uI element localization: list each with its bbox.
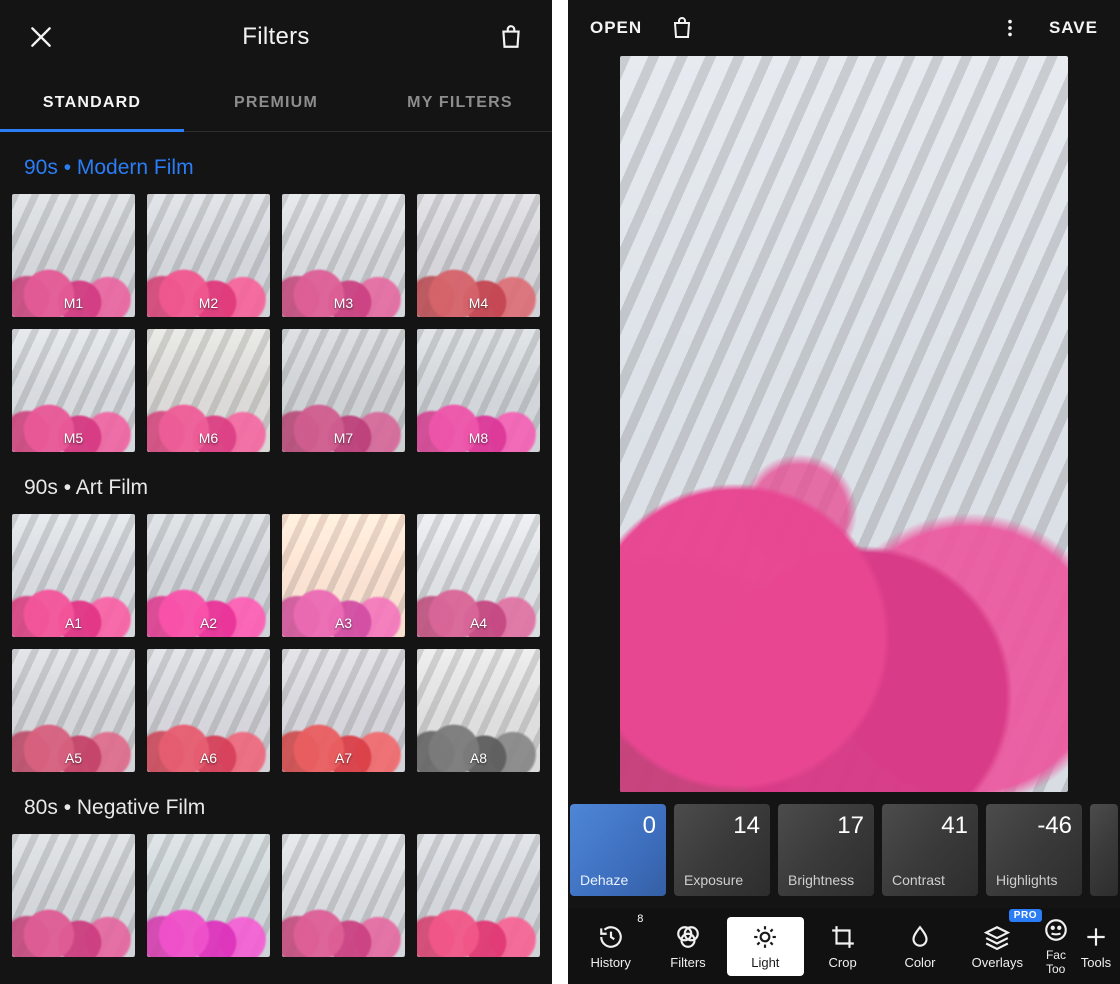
editor-header: OPEN SAVE (568, 0, 1120, 56)
editor-panel: OPEN SAVE 0 Dehaze 14 Exposure (568, 0, 1120, 984)
color-icon (907, 923, 933, 951)
filters-title: Filters (242, 23, 309, 51)
tool-overlays[interactable]: PRO Overlays (959, 917, 1036, 976)
adjust-exposure[interactable]: 14 Exposure (674, 804, 770, 896)
face-icon (1043, 916, 1069, 944)
grid-modern-film: M1 M2 M3 M4 M5 M6 M7 M8 (12, 194, 540, 452)
tool-crop[interactable]: Crop (804, 917, 881, 976)
crop-icon (830, 923, 856, 951)
tool-tools[interactable]: Tools (1076, 917, 1116, 976)
filter-thumb[interactable]: M1 (12, 194, 135, 317)
close-icon[interactable] (28, 24, 54, 50)
tab-myfilters[interactable]: MY FILTERS (368, 74, 552, 131)
filter-thumb[interactable]: M8 (417, 329, 540, 452)
save-button[interactable]: SAVE (1049, 18, 1098, 38)
history-count-badge: 8 (637, 913, 643, 925)
filters-header: Filters (0, 0, 552, 74)
tool-filters[interactable]: Filters (649, 917, 726, 976)
section-title-art-film[interactable]: 90s • Art Film (24, 476, 540, 500)
filter-thumb[interactable]: M4 (417, 194, 540, 317)
image-preview[interactable] (620, 56, 1068, 792)
preview-image (620, 56, 1068, 792)
filter-thumb[interactable]: M3 (282, 194, 405, 317)
filter-thumb[interactable]: M5 (12, 329, 135, 452)
filter-thumb[interactable]: A5 (12, 649, 135, 772)
filter-thumb[interactable] (417, 834, 540, 957)
filter-thumb[interactable] (12, 834, 135, 957)
section-title-negative-film[interactable]: 80s • Negative Film (24, 796, 540, 820)
filter-thumb[interactable]: A2 (147, 514, 270, 637)
history-icon (598, 923, 624, 951)
adjust-next-partial[interactable] (1090, 804, 1118, 896)
filter-thumb[interactable]: M6 (147, 329, 270, 452)
shopping-bag-icon[interactable] (498, 24, 524, 50)
bottom-toolbar: 8 History Filters (568, 908, 1120, 984)
pane-gap (552, 0, 568, 984)
shopping-bag-icon[interactable] (670, 16, 694, 40)
filter-thumb[interactable]: M2 (147, 194, 270, 317)
filter-thumb[interactable]: A8 (417, 649, 540, 772)
tab-standard[interactable]: STANDARD (0, 74, 184, 131)
tab-premium[interactable]: PREMIUM (184, 74, 368, 131)
section-title-modern-film[interactable]: 90s • Modern Film (24, 156, 540, 180)
grid-art-film: A1 A2 A3 A4 A5 A6 A7 A8 (12, 514, 540, 772)
tool-history[interactable]: 8 History (572, 917, 649, 976)
more-vertical-icon[interactable] (999, 17, 1021, 39)
filter-thumb[interactable]: M7 (282, 329, 405, 452)
adjust-dehaze[interactable]: 0 Dehaze (570, 804, 666, 896)
tool-light[interactable]: Light (727, 917, 804, 976)
filter-tabs: STANDARD PREMIUM MY FILTERS (0, 74, 552, 132)
grid-negative-film (12, 834, 540, 957)
filter-thumb[interactable]: A3 (282, 514, 405, 637)
filter-thumb[interactable]: A1 (12, 514, 135, 637)
tool-face-partial[interactable]: FacToo (1036, 910, 1076, 982)
tool-color[interactable]: Color (881, 917, 958, 976)
filters-icon (675, 923, 701, 951)
filter-thumb[interactable] (282, 834, 405, 957)
filter-thumb[interactable]: A6 (147, 649, 270, 772)
light-icon (752, 923, 778, 951)
filter-scroll[interactable]: 90s • Modern Film M1 M2 M3 M4 M5 M6 M7 M… (0, 132, 552, 984)
overlays-icon (984, 923, 1010, 951)
light-adjust-strip[interactable]: 0 Dehaze 14 Exposure 17 Brightness 41 Co… (568, 792, 1120, 896)
adjust-contrast[interactable]: 41 Contrast (882, 804, 978, 896)
adjust-brightness[interactable]: 17 Brightness (778, 804, 874, 896)
filters-panel: Filters STANDARD PREMIUM MY FILTERS 90s … (0, 0, 552, 984)
plus-icon (1083, 923, 1109, 951)
filter-thumb[interactable]: A7 (282, 649, 405, 772)
filter-thumb[interactable] (147, 834, 270, 957)
filter-thumb[interactable]: A4 (417, 514, 540, 637)
open-button[interactable]: OPEN (590, 18, 642, 38)
adjust-highlights[interactable]: -46 Highlights (986, 804, 1082, 896)
